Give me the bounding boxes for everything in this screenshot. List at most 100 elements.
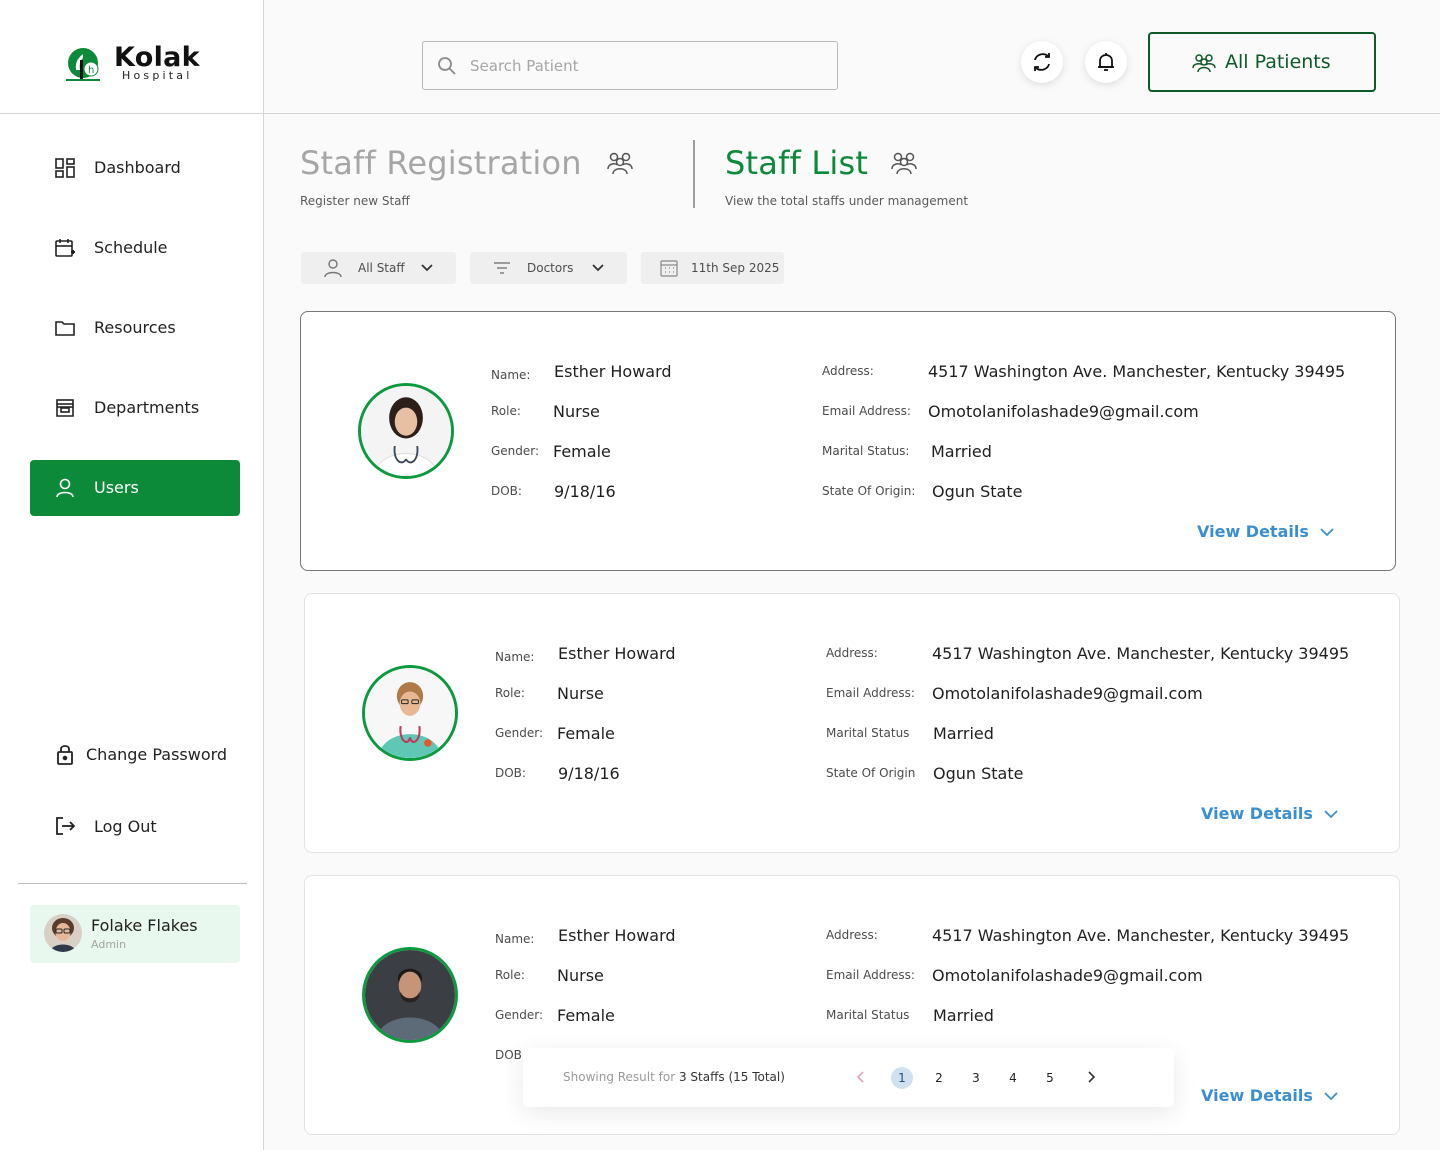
staff-card[interactable]: Name: Esther Howard Role: Nurse Gender: … — [300, 311, 1396, 571]
chevron-down-icon[interactable] — [1323, 808, 1339, 820]
tab-subtitle: Register new Staff — [300, 194, 410, 208]
chevron-down-icon[interactable] — [1323, 1090, 1339, 1102]
users-group-icon — [1192, 54, 1216, 73]
role-filter[interactable]: Doctors — [470, 252, 627, 284]
name-label: Name: — [495, 650, 535, 664]
staff-name: Esther Howard — [558, 644, 676, 663]
staff-address: 4517 Washington Ave. Manchester, Kentuck… — [932, 926, 1350, 945]
all-patients-button[interactable]: All Patients — [1148, 32, 1376, 92]
staff-marital: Married — [933, 724, 994, 743]
staff-email: Omotolanifolashade9@gmail.com — [928, 402, 1199, 421]
page-5[interactable]: 5 — [1039, 1067, 1061, 1089]
page-4[interactable]: 4 — [1002, 1067, 1024, 1089]
chevron-down-icon[interactable] — [1319, 526, 1335, 538]
sidebar-item-label: Users — [94, 478, 139, 497]
address-label: Address: — [826, 928, 878, 942]
chevron-down-icon — [592, 264, 604, 272]
result-summary: Showing Result for 3 Staffs (15 Total) — [563, 1070, 785, 1084]
role-label: Role: — [495, 686, 525, 700]
staff-photo — [358, 383, 454, 479]
lock-icon — [57, 745, 73, 765]
dob-label: DOB: — [495, 766, 526, 780]
gender-label: Gender: — [491, 444, 540, 458]
change-password-link[interactable]: Change Password — [54, 739, 254, 769]
sidebar-item-label: Departments — [94, 398, 200, 417]
refresh-button[interactable] — [1021, 41, 1063, 83]
pagination-bar: Showing Result for 3 Staffs (15 Total) 1… — [523, 1048, 1174, 1107]
marital-label: Marital Status: — [822, 444, 910, 458]
sidebar-item-label: Resources — [94, 318, 176, 337]
view-details-button[interactable]: View Details — [1201, 804, 1313, 823]
sidebar-item-label: Dashboard — [94, 158, 181, 177]
tab-staff-registration[interactable]: Staff Registration Register new Staff — [300, 140, 660, 210]
chevron-down-icon — [421, 264, 433, 272]
divider — [0, 113, 264, 114]
calendar-icon — [660, 260, 678, 277]
tab-title: Staff Registration — [300, 144, 582, 182]
marital-label: Marital Status — [826, 726, 910, 740]
logout-button[interactable]: Log Out — [54, 811, 254, 841]
staff-gender: Female — [553, 442, 611, 461]
previous-page-icon[interactable] — [852, 1068, 870, 1086]
gender-label: Gender: — [495, 726, 544, 740]
logout-icon — [56, 817, 76, 835]
users-group-icon — [607, 152, 633, 175]
origin-label: State Of Origin — [826, 766, 916, 780]
staff-dob: 9/18/16 — [554, 482, 616, 501]
sidebar-item-resources[interactable]: Resources — [30, 300, 240, 356]
page-1[interactable]: 1 — [891, 1067, 913, 1089]
sidebar-item-dashboard[interactable]: Dashboard — [30, 140, 240, 196]
email-label: Email Address: — [822, 404, 911, 418]
top-header: All Patients — [264, 0, 1440, 114]
view-details-button[interactable]: View Details — [1197, 522, 1309, 541]
dob-label: DOB: — [495, 1048, 526, 1062]
address-label: Address: — [822, 364, 874, 378]
bell-icon — [1098, 53, 1114, 71]
staff-card[interactable]: Name: Esther Howard Role: Nurse Gender: … — [304, 593, 1400, 853]
next-page-icon[interactable] — [1082, 1068, 1100, 1086]
staff-address: 4517 Washington Ave. Manchester, Kentuck… — [932, 644, 1350, 663]
profile-card[interactable]: Folake Flakes Admin — [30, 905, 240, 963]
brand-logo[interactable]: h Kolak Hospital — [60, 42, 210, 86]
refresh-icon — [1034, 53, 1050, 71]
staff-role: Nurse — [557, 966, 604, 985]
brand-subtitle: Hospital — [122, 69, 193, 82]
divider — [18, 883, 247, 884]
search-bar[interactable] — [422, 41, 838, 90]
page-3[interactable]: 3 — [965, 1067, 987, 1089]
search-input[interactable] — [470, 54, 810, 78]
sidebar: h Kolak Hospital Dashboard Schedule Reso… — [0, 0, 264, 1150]
page-2[interactable]: 2 — [928, 1067, 950, 1089]
folder-icon — [55, 321, 75, 336]
address-label: Address: — [826, 646, 878, 660]
store-icon — [56, 399, 74, 417]
date-filter[interactable]: 11th Sep 2025 — [641, 252, 784, 284]
staff-name: Esther Howard — [554, 362, 672, 381]
change-password-label: Change Password — [86, 745, 228, 764]
staff-name: Esther Howard — [558, 926, 676, 945]
email-label: Email Address: — [826, 968, 915, 982]
search-icon — [438, 57, 456, 75]
dob-label: DOB: — [491, 484, 522, 498]
staff-gender: Female — [557, 1006, 615, 1025]
staff-photo — [362, 665, 458, 761]
filter-icon — [494, 262, 510, 274]
result-count: 3 Staffs (15 Total) — [678, 1070, 785, 1084]
staff-email: Omotolanifolashade9@gmail.com — [932, 966, 1203, 985]
sidebar-item-departments[interactable]: Departments — [30, 380, 240, 436]
tab-staff-list[interactable]: Staff List View the total staffs under m… — [725, 140, 1025, 210]
staff-type-filter[interactable]: All Staff — [301, 252, 456, 284]
staff-address: 4517 Washington Ave. Manchester, Kentuck… — [928, 362, 1346, 381]
sidebar-item-users[interactable]: Users — [30, 460, 240, 516]
sidebar-item-label: Schedule — [94, 238, 168, 257]
view-details-button[interactable]: View Details — [1201, 1086, 1313, 1105]
users-group-icon — [891, 152, 917, 175]
staff-photo — [362, 947, 458, 1043]
avatar — [44, 914, 82, 952]
logout-label: Log Out — [94, 817, 157, 836]
filter-label: 11th Sep 2025 — [691, 261, 780, 275]
role-label: Role: — [495, 968, 525, 982]
logo-mark-icon: h — [66, 48, 100, 81]
notifications-button[interactable] — [1085, 41, 1127, 83]
sidebar-item-schedule[interactable]: Schedule — [30, 220, 240, 276]
